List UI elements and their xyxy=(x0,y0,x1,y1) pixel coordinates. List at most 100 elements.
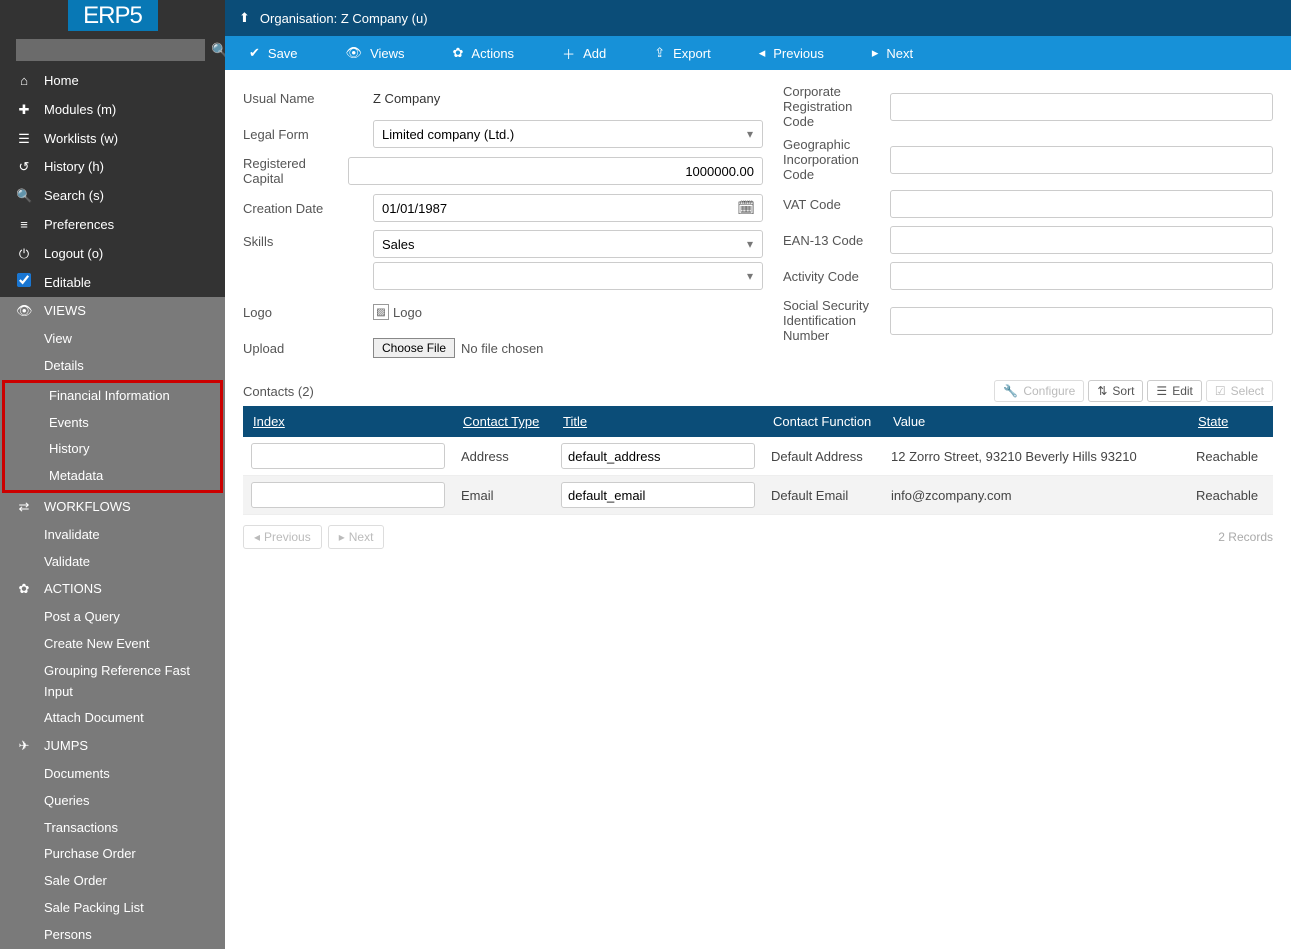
nav-editable[interactable]: Editable xyxy=(0,269,225,298)
edit-button[interactable]: ☰Edit xyxy=(1147,380,1201,402)
row0-index-input[interactable] xyxy=(251,443,445,469)
toolbar: ✔Save 👁Views ✿Actions ＋Add ⇪Export ◂Prev… xyxy=(225,36,1291,70)
views-item-details[interactable]: Details xyxy=(0,353,225,380)
up-icon[interactable]: ⬆ xyxy=(239,10,250,26)
select-button[interactable]: ☑Select xyxy=(1206,380,1273,402)
table-row[interactable]: Address Default Address 12 Zorro Street,… xyxy=(243,437,1273,476)
toolbar-previous[interactable]: ◂Previous xyxy=(735,36,848,70)
registered-capital-input[interactable] xyxy=(348,157,763,185)
toolbar-views[interactable]: 👁Views xyxy=(322,36,429,70)
history-icon: ↺ xyxy=(16,157,32,178)
activity-input[interactable] xyxy=(890,262,1273,290)
nav-label: Editable xyxy=(44,273,91,294)
jump-sale-order[interactable]: Sale Order xyxy=(0,868,225,895)
pager-previous[interactable]: ◂Previous xyxy=(243,525,322,549)
sort-icon: ⇅ xyxy=(1097,384,1107,398)
toolbar-save[interactable]: ✔Save xyxy=(225,36,322,70)
action-attach-doc[interactable]: Attach Document xyxy=(0,705,225,732)
action-grouping[interactable]: Grouping Reference Fast Input xyxy=(0,658,225,706)
nav-search[interactable]: 🔍Search (s) xyxy=(0,182,225,211)
file-row: Choose File No file chosen xyxy=(373,338,543,358)
section-title: ACTIONS xyxy=(44,579,102,600)
views-item-financial[interactable]: Financial Information xyxy=(5,383,220,410)
form: Usual Name Z Company Legal Form Register… xyxy=(243,84,1273,362)
contacts-title: Contacts (2) xyxy=(243,384,314,399)
col-value: Value xyxy=(883,406,1188,437)
worklists-icon: ☰ xyxy=(16,129,32,150)
nav-logout[interactable]: ⏻Logout (o) xyxy=(0,240,225,269)
sidebar: ERP5 🔍 ⌂Home ✚Modules (m) ☰Worklists (w)… xyxy=(0,0,225,903)
nav-worklists[interactable]: ☰Worklists (w) xyxy=(0,125,225,154)
nav-home[interactable]: ⌂Home xyxy=(0,67,225,96)
jump-transactions[interactable]: Transactions xyxy=(0,815,225,842)
field-ssn: Social Security Identification Number xyxy=(783,298,1273,343)
toolbar-export[interactable]: ⇪Export xyxy=(630,36,734,70)
ssn-input[interactable] xyxy=(890,307,1273,335)
skills-select-1[interactable] xyxy=(373,230,763,258)
section-header-views: 👁VIEWS xyxy=(0,297,225,326)
home-icon: ⌂ xyxy=(16,71,32,92)
row1-title-input[interactable] xyxy=(561,482,755,508)
logo-text: ERP5 xyxy=(83,2,142,29)
sort-button[interactable]: ⇅ Sort xyxy=(1088,380,1143,402)
breadcrumb[interactable]: Organisation: Z Company (u) xyxy=(260,11,428,26)
corp-reg-input[interactable] xyxy=(890,93,1273,121)
search-input[interactable] xyxy=(16,39,205,61)
views-item-view[interactable]: View xyxy=(0,326,225,353)
geo-inc-input[interactable] xyxy=(890,146,1273,174)
field-geo-inc: Geographic Incorporation Code xyxy=(783,137,1273,182)
toolbar-actions[interactable]: ✿Actions xyxy=(429,36,539,70)
nav-label: Logout (o) xyxy=(44,244,103,265)
jump-documents[interactable]: Documents xyxy=(0,761,225,788)
btn-label: Sort xyxy=(1112,384,1134,398)
jump-persons[interactable]: Persons xyxy=(0,922,225,949)
editable-checkbox-wrap xyxy=(16,273,32,294)
views-item-history[interactable]: History xyxy=(5,436,220,463)
nav-modules[interactable]: ✚Modules (m) xyxy=(0,96,225,125)
ean-input[interactable] xyxy=(890,226,1273,254)
nav-history[interactable]: ↺ History (h) xyxy=(0,153,225,182)
col-state[interactable]: State xyxy=(1188,406,1273,437)
toolbar-add[interactable]: ＋Add xyxy=(538,36,630,70)
table-row[interactable]: Email Default Email info@zcompany.com Re… xyxy=(243,476,1273,515)
field-legal-form: Legal Form xyxy=(243,120,763,148)
logo: ERP5 xyxy=(68,0,158,31)
jump-queries[interactable]: Queries xyxy=(0,788,225,815)
field-skills: Skills xyxy=(243,230,763,290)
editable-checkbox[interactable] xyxy=(17,273,31,287)
views-item-metadata[interactable]: Metadata xyxy=(5,463,220,490)
views-item-events[interactable]: Events xyxy=(5,410,220,437)
vat-input[interactable] xyxy=(890,190,1273,218)
creation-date-input[interactable] xyxy=(373,194,763,222)
action-create-event[interactable]: Create New Event xyxy=(0,631,225,658)
section-header-jumps: ✈JUMPS xyxy=(0,732,225,761)
col-contact-type[interactable]: Contact Type xyxy=(453,406,553,437)
toolbar-next[interactable]: ▸Next xyxy=(848,36,937,70)
row1-index-input[interactable] xyxy=(251,482,445,508)
label-activity: Activity Code xyxy=(783,269,880,284)
row1-func: Default Email xyxy=(763,476,883,515)
col-title[interactable]: Title xyxy=(553,406,763,437)
pager-next[interactable]: ▸Next xyxy=(328,525,385,549)
configure-button[interactable]: 🔧Configure xyxy=(994,380,1084,402)
choose-file-button[interactable]: Choose File xyxy=(373,338,455,358)
main: ⬆ Organisation: Z Company (u) ✔Save 👁Vie… xyxy=(225,0,1291,903)
search-row: 🔍 xyxy=(0,31,225,67)
row0-title-input[interactable] xyxy=(561,443,755,469)
field-ean: EAN-13 Code xyxy=(783,226,1273,254)
label-upload: Upload xyxy=(243,341,363,356)
col-index[interactable]: Index xyxy=(243,406,453,437)
pager-label: Previous xyxy=(264,530,311,544)
action-post-query[interactable]: Post a Query xyxy=(0,604,225,631)
calendar-icon[interactable]: 🗓 xyxy=(737,200,755,217)
label-creation-date: Creation Date xyxy=(243,201,363,216)
toolbar-label: Next xyxy=(886,46,913,61)
legal-form-select[interactable] xyxy=(373,120,763,148)
jump-purchase-order[interactable]: Purchase Order xyxy=(0,841,225,868)
nav-label: History (h) xyxy=(44,157,104,178)
workflow-invalidate[interactable]: Invalidate xyxy=(0,522,225,549)
skills-select-2[interactable] xyxy=(373,262,763,290)
workflow-validate[interactable]: Validate xyxy=(0,549,225,576)
jump-sale-packing[interactable]: Sale Packing List xyxy=(0,895,225,922)
nav-preferences[interactable]: ≡Preferences xyxy=(0,211,225,240)
